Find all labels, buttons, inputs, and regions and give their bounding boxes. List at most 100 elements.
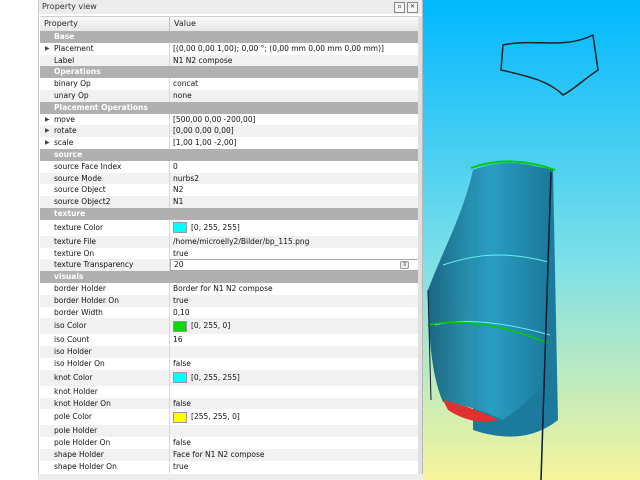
property-row[interactable]: Label N1 N2 compose <box>40 54 419 67</box>
group-header[interactable]: Base <box>40 31 419 43</box>
property-key-label: border Width <box>54 307 103 317</box>
property-row[interactable]: border Holder On true <box>40 294 419 307</box>
property-row[interactable]: knot Holder <box>40 385 419 398</box>
float-panel-button[interactable]: ▫ <box>394 2 405 13</box>
group-header[interactable]: source <box>40 148 419 161</box>
property-row[interactable]: texture Color [0, 255, 255] <box>40 219 419 236</box>
property-row[interactable]: texture Transparency 20 ⇕ <box>40 259 419 272</box>
property-row[interactable]: knot Holder On false <box>40 397 419 410</box>
property-row[interactable]: knot Color [0, 255, 255] <box>40 369 419 386</box>
property-value[interactable] <box>170 425 419 437</box>
property-key: source Face Index <box>40 160 170 173</box>
3d-viewport[interactable] <box>423 0 640 480</box>
group-header[interactable]: visuals <box>40 271 419 283</box>
property-value[interactable]: concat <box>170 78 419 90</box>
property-row[interactable]: unary Op none <box>40 89 419 102</box>
property-key-label: pole Holder On <box>54 438 111 448</box>
property-row[interactable]: shape Holder Face for N1 N2 compose <box>40 448 419 461</box>
property-value[interactable]: [0, 255, 0] <box>170 318 419 334</box>
expand-arrow-icon[interactable]: ▶ <box>45 43 50 55</box>
property-value[interactable]: [0, 255, 255] <box>170 370 419 386</box>
property-value[interactable]: [500,00 0,00 -200,00] <box>170 114 419 126</box>
property-value[interactable]: /home/microelly2/Bilder/bp_115.png <box>170 236 419 248</box>
property-row[interactable]: ▶ rotate [0,00 0,00 0,00] <box>40 125 419 138</box>
property-key: pole Holder <box>40 425 170 438</box>
property-value[interactable]: [(0,00 0,00 1,00); 0,00 °; (0,00 mm 0,00… <box>170 43 419 55</box>
property-value[interactable]: [0, 255, 255] <box>170 220 419 236</box>
property-value[interactable]: 0,10 <box>170 307 419 319</box>
property-value-text: false <box>173 358 191 368</box>
property-value[interactable] <box>170 386 419 398</box>
group-header[interactable]: texture <box>40 207 419 220</box>
property-value-text: /home/microelly2/Bilder/bp_115.png <box>173 236 310 246</box>
vertical-scrollbar[interactable] <box>418 16 422 476</box>
expand-arrow-icon[interactable]: ▶ <box>45 114 50 126</box>
property-value[interactable]: true <box>170 461 419 473</box>
property-row[interactable]: iso Holder <box>40 346 419 358</box>
property-value[interactable]: 20 ⇕ <box>170 259 419 272</box>
close-panel-button[interactable]: ✕ <box>407 2 418 13</box>
column-header-value[interactable]: Value <box>170 17 419 31</box>
property-row[interactable]: iso Count 16 <box>40 334 419 347</box>
color-swatch[interactable] <box>173 222 187 234</box>
property-row[interactable]: ▶ scale [1,00 1,00 -2,00] <box>40 137 419 149</box>
group-header[interactable]: Operations <box>40 66 419 79</box>
property-row[interactable]: texture On true <box>40 247 419 260</box>
color-swatch[interactable] <box>173 411 187 423</box>
property-key: border Holder <box>40 282 170 295</box>
group-header[interactable]: Placement Operations <box>40 101 419 114</box>
property-row[interactable]: border Holder Border for N1 N2 compose <box>40 282 419 295</box>
property-key-label: binary Op <box>54 79 91 89</box>
property-key: texture Transparency <box>40 259 170 272</box>
property-key: shape Holder On <box>40 460 170 473</box>
property-value-text: 0,10 <box>173 307 190 317</box>
property-value[interactable]: 0 <box>170 161 419 173</box>
property-row[interactable]: ▶ Placement [(0,00 0,00 1,00); 0,00 °; (0,… <box>40 42 419 55</box>
property-value[interactable]: [1,00 1,00 -2,00] <box>170 137 419 149</box>
spinbox-arrows-icon[interactable]: ⇕ <box>399 261 409 270</box>
property-value[interactable]: [255, 255, 0] <box>170 409 419 425</box>
property-value[interactable]: N1 <box>170 196 419 208</box>
property-row[interactable]: ▶ move [500,00 0,00 -200,00] <box>40 113 419 126</box>
property-row[interactable]: iso Color [0, 255, 0] <box>40 318 419 335</box>
property-key: source Object <box>40 184 170 197</box>
property-key: texture On <box>40 247 170 260</box>
property-row[interactable]: source Mode nurbs2 <box>40 172 419 185</box>
property-row[interactable]: source Object2 N1 <box>40 196 419 208</box>
property-value-text: [255, 255, 0] <box>191 412 240 422</box>
property-value[interactable]: Face for N1 N2 compose <box>170 449 419 461</box>
property-key: iso Holder On <box>40 357 170 370</box>
property-row[interactable]: iso Holder On false <box>40 357 419 370</box>
property-row[interactable]: shape Holder On true <box>40 460 419 473</box>
property-value-text: N1 <box>173 197 184 207</box>
property-value[interactable]: Border for N1 N2 compose <box>170 283 419 295</box>
property-row[interactable]: source Face Index 0 <box>40 160 419 173</box>
property-row[interactable]: texture File/home/microelly2/Bilder/bp_1… <box>40 235 419 248</box>
property-value[interactable]: false <box>170 358 419 370</box>
property-value[interactable]: N1 N2 compose <box>170 55 419 67</box>
property-value[interactable]: false <box>170 398 419 410</box>
property-value[interactable]: N2 <box>170 184 419 196</box>
property-row[interactable]: pole Holder <box>40 425 419 438</box>
column-header-property[interactable]: Property <box>40 17 170 31</box>
property-value[interactable]: 16 <box>170 334 419 346</box>
property-row[interactable]: pole Color [255, 255, 0] <box>40 409 419 426</box>
property-value[interactable]: [0,00 0,00 0,00] <box>170 125 419 137</box>
property-row[interactable]: source Object N2 <box>40 184 419 197</box>
expand-arrow-icon[interactable]: ▶ <box>45 137 50 149</box>
property-value[interactable]: nurbs2 <box>170 173 419 185</box>
property-row[interactable]: binary Op concat <box>40 78 419 90</box>
property-value[interactable]: true <box>170 248 419 260</box>
property-value-text: [(0,00 0,00 1,00); 0,00 °; (0,00 mm 0,00… <box>173 43 384 53</box>
color-swatch[interactable] <box>173 320 187 332</box>
property-row[interactable]: border Width 0,10 <box>40 306 419 319</box>
property-row[interactable]: pole Holder On false <box>40 437 419 449</box>
color-swatch[interactable] <box>173 372 187 384</box>
property-value[interactable] <box>170 346 419 358</box>
property-value[interactable]: false <box>170 437 419 449</box>
property-key-label: knot Color <box>54 372 93 382</box>
property-key-label: Placement <box>54 43 94 53</box>
property-value[interactable]: true <box>170 295 419 307</box>
expand-arrow-icon[interactable]: ▶ <box>45 125 50 137</box>
property-value[interactable]: none <box>170 90 419 102</box>
